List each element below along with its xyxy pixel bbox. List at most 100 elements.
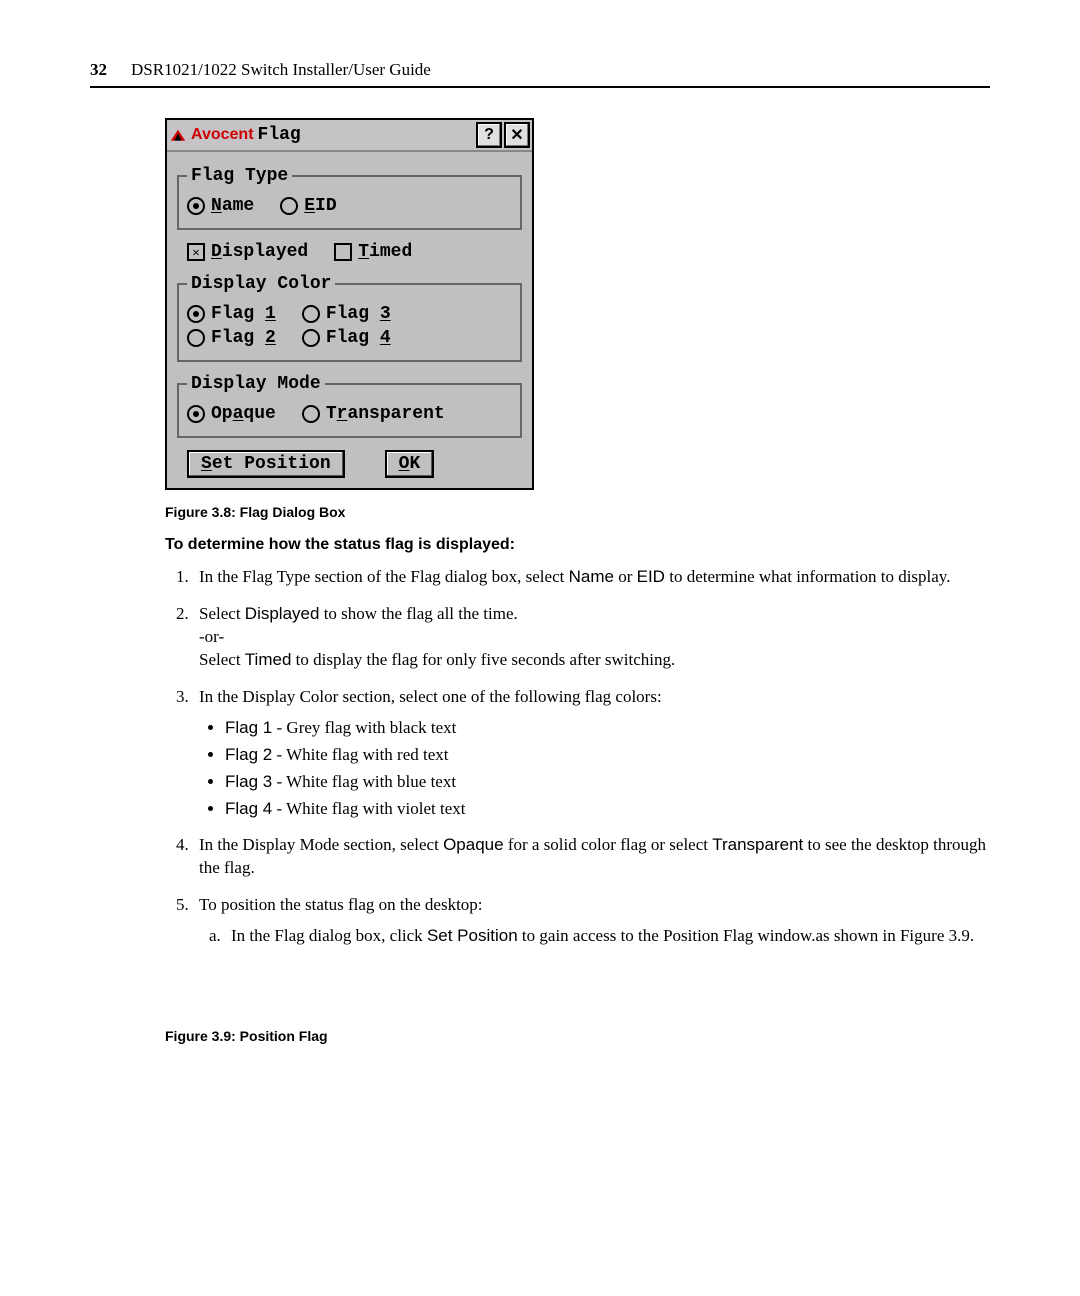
radio-eid-hotkey: E xyxy=(304,196,315,216)
list-item: Flag 2 - White flag with red text xyxy=(225,744,990,767)
set-position-hotkey: S xyxy=(201,454,212,474)
flag2-desc: - White flag with red text xyxy=(272,745,448,764)
step-2-or: -or- xyxy=(199,627,224,646)
step-4-transparent: Transparent xyxy=(712,835,803,854)
radio-flag2-hotkey: 2 xyxy=(265,328,276,348)
substep-a-text-b: to gain access to the Position Flag wind… xyxy=(518,926,974,945)
substep-a: In the Flag dialog box, click Set Positi… xyxy=(225,925,990,948)
radio-flag3[interactable]: Flag 3 xyxy=(302,304,391,324)
radio-selected-icon xyxy=(187,305,205,323)
radio-transparent[interactable]: Transparent xyxy=(302,404,445,424)
flag2-label: Flag 2 xyxy=(225,745,272,764)
step-4: In the Display Mode section, select Opaq… xyxy=(193,834,990,880)
radio-name-label: ame xyxy=(222,196,254,216)
radio-flag2-prefix: Flag xyxy=(211,328,265,348)
step-1-name: Name xyxy=(569,567,614,586)
checkbox-timed-hotkey: T xyxy=(358,242,369,262)
checkbox-displayed-hotkey: D xyxy=(211,242,222,262)
radio-flag1-prefix: Flag xyxy=(211,304,265,324)
step-5-text: To position the status flag on the deskt… xyxy=(199,895,483,914)
figure-3-8-caption: Figure 3.8: Flag Dialog Box xyxy=(165,504,990,520)
display-mode-legend: Display Mode xyxy=(187,374,325,394)
figure-3-9-caption: Figure 3.9: Position Flag xyxy=(165,1028,990,1044)
substeps-list: In the Flag dialog box, click Set Positi… xyxy=(225,925,990,948)
radio-flag4[interactable]: Flag 4 xyxy=(302,328,391,348)
radio-flag4-hotkey: 4 xyxy=(380,328,391,348)
checkbox-checked-icon: ✕ xyxy=(187,243,205,261)
step-2-text-b: to show the flag all the time. xyxy=(319,604,517,623)
radio-opaque-pre: Op xyxy=(211,404,233,424)
radio-transparent-post: ansparent xyxy=(347,404,444,424)
flag4-desc: - White flag with violet text xyxy=(272,799,465,818)
radio-eid-label: ID xyxy=(315,196,337,216)
radio-opaque[interactable]: Opaque xyxy=(187,404,276,424)
radio-transparent-hotkey: r xyxy=(337,404,348,424)
radio-flag1-hotkey: 1 xyxy=(265,304,276,324)
checkbox-unchecked-icon xyxy=(334,243,352,261)
step-3-text: In the Display Color section, select one… xyxy=(199,687,662,706)
radio-unselected-icon xyxy=(302,405,320,423)
list-item: Flag 1 - Grey flag with black text xyxy=(225,717,990,740)
steps-list: In the Flag Type section of the Flag dia… xyxy=(165,566,990,948)
guide-title: DSR1021/1022 Switch Installer/User Guide xyxy=(131,60,431,80)
radio-unselected-icon xyxy=(187,329,205,347)
list-item: Flag 4 - White flag with violet text xyxy=(225,798,990,821)
close-button[interactable]: ✕ xyxy=(504,122,530,148)
checkbox-timed-label: imed xyxy=(369,242,412,262)
step-1-eid: EID xyxy=(637,567,665,586)
step-1: In the Flag Type section of the Flag dia… xyxy=(193,566,990,589)
list-item: Flag 3 - White flag with blue text xyxy=(225,771,990,794)
radio-transparent-pre: T xyxy=(326,404,337,424)
flag-dialog: Avocent Flag ? ✕ Flag Type Name EID ✕ D xyxy=(165,118,534,490)
display-color-legend: Display Color xyxy=(187,274,335,294)
radio-flag3-hotkey: 3 xyxy=(380,304,391,324)
flag1-desc: - Grey flag with black text xyxy=(272,718,456,737)
set-position-label: et Position xyxy=(212,454,331,474)
flag-type-group: Flag Type Name EID xyxy=(177,166,522,230)
step-1-text-a: In the Flag Type section of the Flag dia… xyxy=(199,567,569,586)
substep-a-setposition: Set Position xyxy=(427,926,518,945)
radio-unselected-icon xyxy=(280,197,298,215)
step-2-displayed: Displayed xyxy=(245,604,320,623)
radio-selected-icon xyxy=(187,405,205,423)
checkbox-displayed-label: isplayed xyxy=(222,242,308,262)
radio-name[interactable]: Name xyxy=(187,196,254,216)
step-5: To position the status flag on the deskt… xyxy=(193,894,990,948)
radio-unselected-icon xyxy=(302,329,320,347)
step-4-opaque: Opaque xyxy=(443,835,504,854)
step-2-text-a: Select xyxy=(199,604,245,623)
flag4-label: Flag 4 xyxy=(225,799,272,818)
radio-flag4-prefix: Flag xyxy=(326,328,380,348)
radio-unselected-icon xyxy=(302,305,320,323)
radio-flag2[interactable]: Flag 2 xyxy=(187,328,276,348)
section-heading: To determine how the status flag is disp… xyxy=(165,536,990,554)
radio-eid[interactable]: EID xyxy=(280,196,336,216)
step-2-timed: Timed xyxy=(245,650,292,669)
substep-a-text-a: In the Flag dialog box, click xyxy=(231,926,427,945)
step-1-text-c: to determine what information to display… xyxy=(665,567,950,586)
ok-button[interactable]: OK xyxy=(385,450,435,478)
flag3-label: Flag 3 xyxy=(225,772,272,791)
page-header: 32 DSR1021/1022 Switch Installer/User Gu… xyxy=(90,60,990,88)
radio-name-hotkey: N xyxy=(211,196,222,216)
radio-flag1[interactable]: Flag 1 xyxy=(187,304,276,324)
set-position-button[interactable]: Set Position xyxy=(187,450,345,478)
step-3: In the Display Color section, select one… xyxy=(193,686,990,821)
step-4-text-b: for a solid color flag or select xyxy=(504,835,713,854)
checkbox-displayed[interactable]: ✕ Displayed xyxy=(187,242,308,262)
flag1-label: Flag 1 xyxy=(225,718,272,737)
flag3-desc: - White flag with blue text xyxy=(272,772,456,791)
flag-type-legend: Flag Type xyxy=(187,166,292,186)
brand-text: Avocent xyxy=(191,126,254,144)
step-1-text-b: or xyxy=(614,567,637,586)
avocent-logo-icon xyxy=(169,128,187,142)
display-color-group: Display Color Flag 1 Flag 3 Flag 2 xyxy=(177,274,522,362)
window-title: Flag xyxy=(258,125,301,145)
radio-selected-icon xyxy=(187,197,205,215)
flag-color-list: Flag 1 - Grey flag with black text Flag … xyxy=(225,717,990,821)
checkbox-timed[interactable]: Timed xyxy=(334,242,412,262)
step-2-text-d: to display the flag for only five second… xyxy=(291,650,675,669)
help-button[interactable]: ? xyxy=(476,122,502,148)
ok-label: K xyxy=(409,454,420,474)
titlebar: Avocent Flag ? ✕ xyxy=(167,120,532,152)
